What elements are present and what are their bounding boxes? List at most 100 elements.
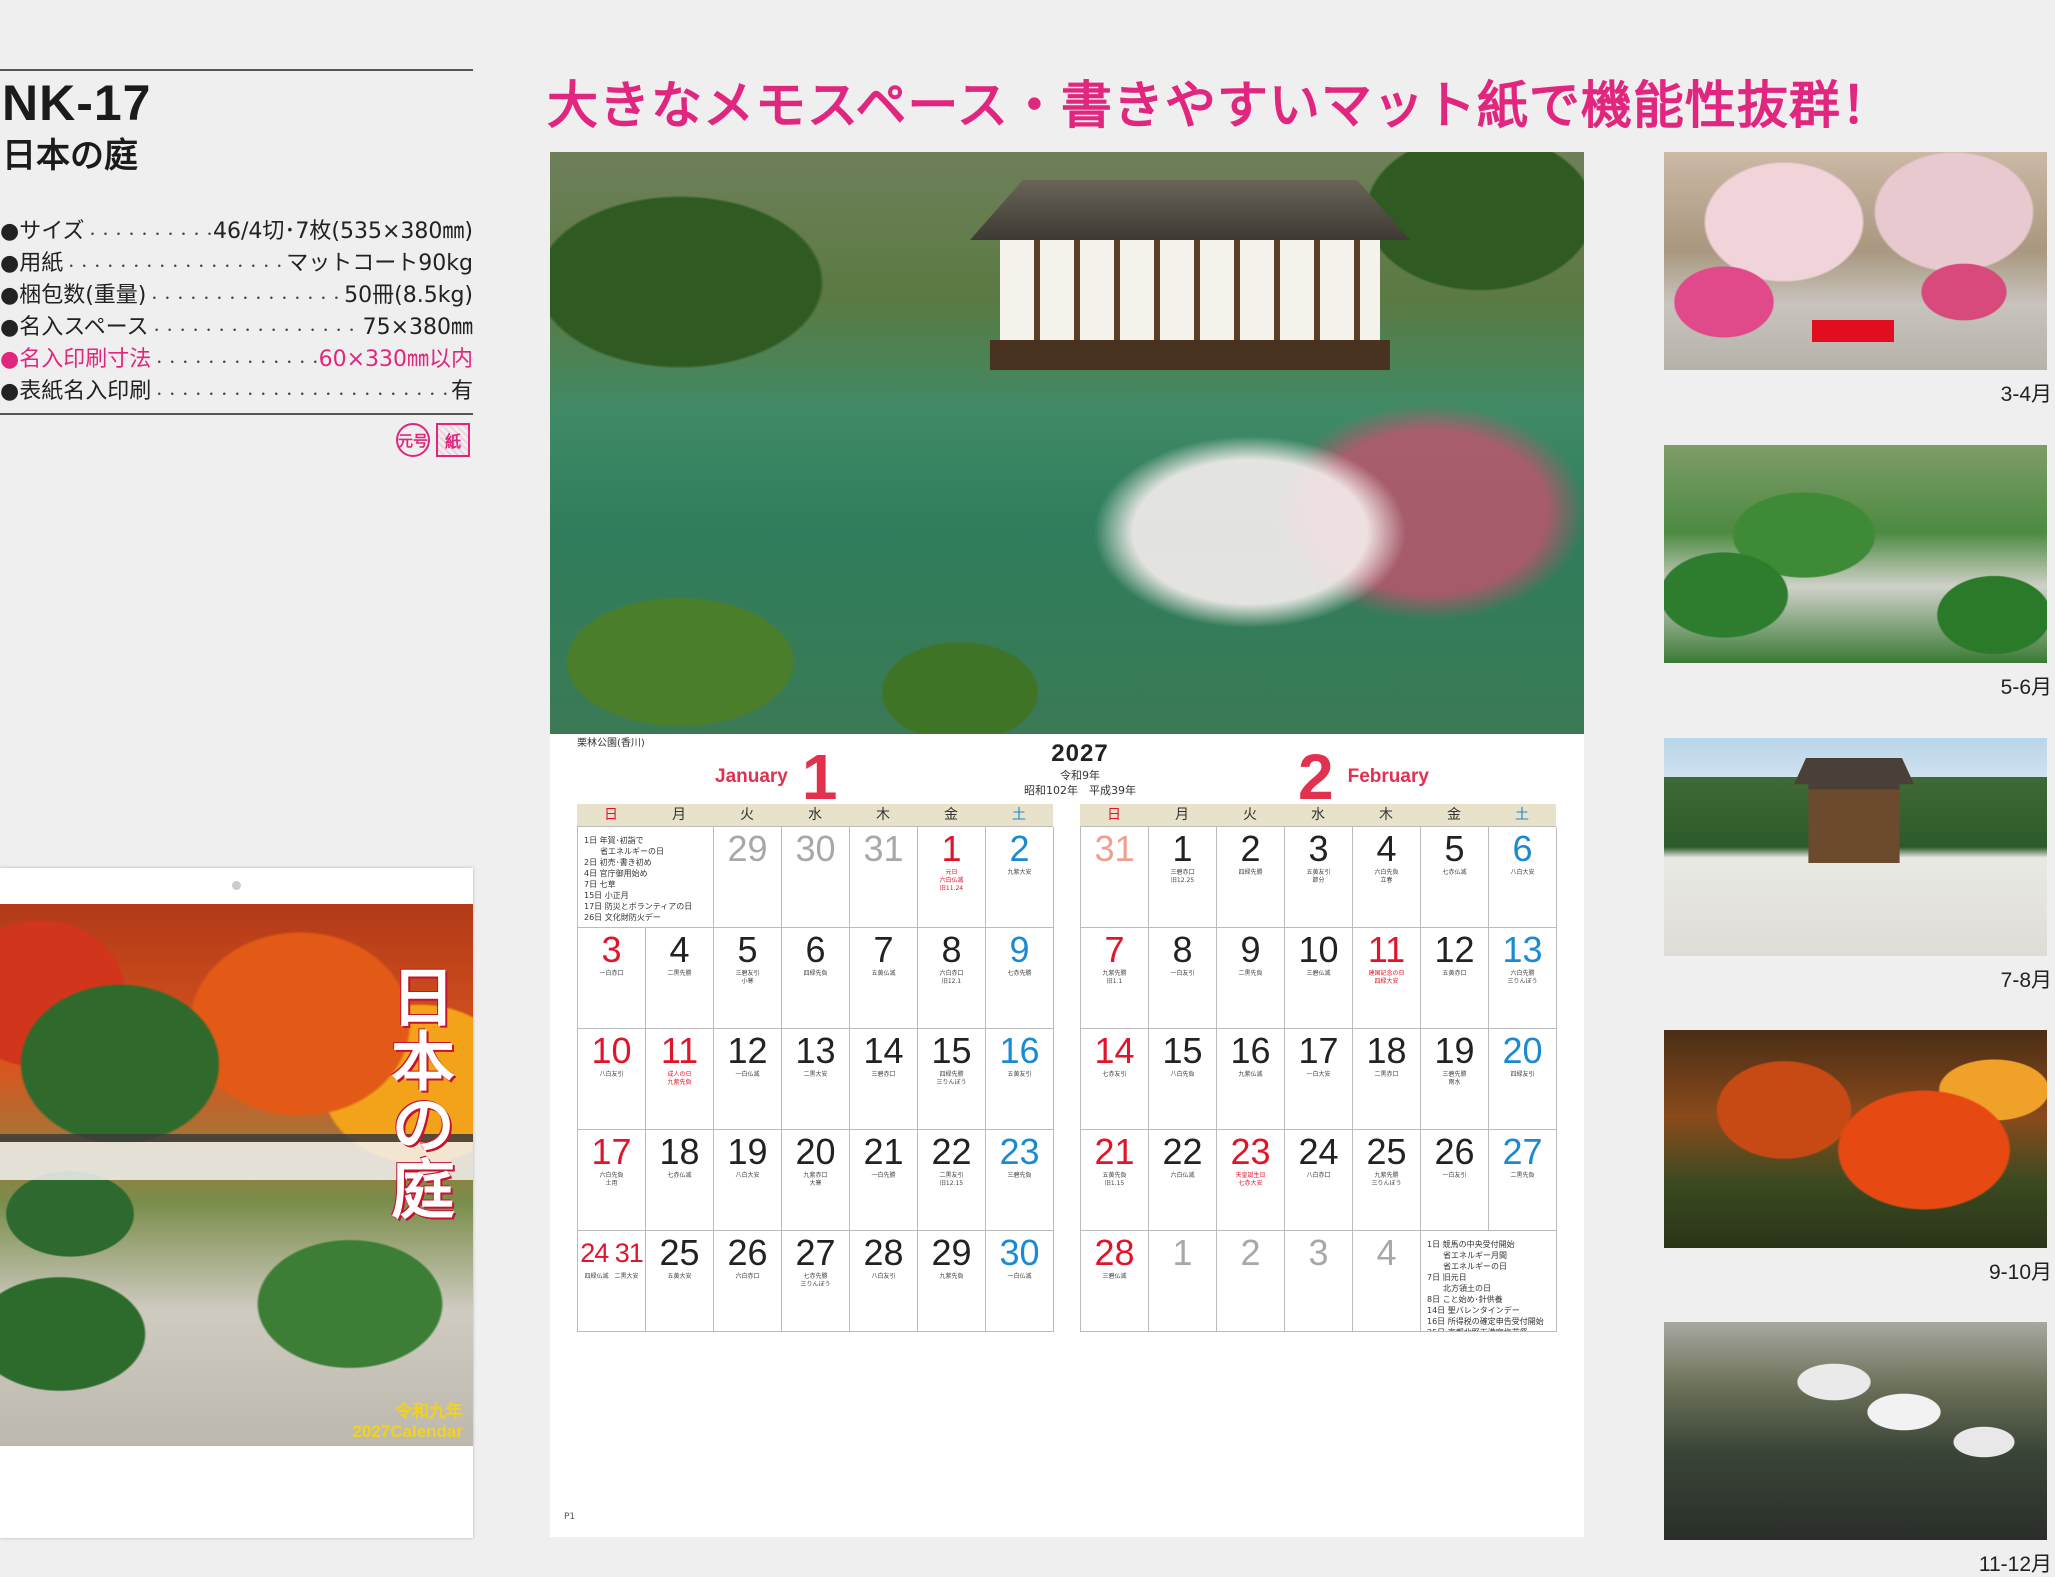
day-cell: 9 二黒先負	[1217, 928, 1285, 1029]
day-number: 26	[727, 1232, 768, 1273]
day-number: 2	[1240, 1232, 1261, 1273]
day-cell: 29	[714, 827, 782, 928]
memo-line: 7日 七草	[584, 880, 616, 889]
day-number: 7	[1104, 929, 1125, 970]
day-cell: 3	[1285, 1231, 1353, 1332]
day-number: 13	[1502, 929, 1543, 970]
day-cell: 4 六白先負 立春	[1353, 827, 1421, 928]
memo-line: 2日 初売･書き初め	[584, 858, 652, 867]
weekday-label: 日	[1107, 807, 1121, 823]
cover-photo-autumn-garden: 日本の庭 令和九年 2027Calendar	[0, 904, 473, 1446]
calendar-february: 日月火水木金土 31 1 三碧赤口 旧12.25 2 四緑先勝 3 五黄友引 節分 4 六白先負 …	[1080, 804, 1557, 1332]
day-note: 七赤先勝	[1007, 970, 1032, 977]
day-cell: 28 八白友引	[850, 1231, 918, 1332]
day-cell: 8 一白友引	[1149, 928, 1217, 1029]
day-note: 二黒大安	[803, 1071, 828, 1078]
day-note: 三碧赤口	[871, 1071, 896, 1078]
day-cell: 4	[1353, 1231, 1421, 1332]
day-number: 20	[795, 1131, 836, 1172]
red-bench	[1812, 320, 1894, 342]
day-note: 一白友引	[1442, 1172, 1467, 1179]
day-cell: 3 一白赤口	[578, 928, 646, 1029]
pavilion-roof	[970, 180, 1410, 240]
day-cell: 31	[850, 827, 918, 928]
day-number: 20	[1502, 1030, 1543, 1071]
day-note: 三碧先勝 雨水	[1442, 1071, 1467, 1086]
day-number: 22	[1162, 1131, 1203, 1172]
day-cell: 6 四緑先負	[782, 928, 850, 1029]
thumbnail-label: 9-10月	[1988, 1261, 2052, 1284]
memo-line: 14日 聖バレンタインデー	[1427, 1306, 1520, 1315]
thumbnail-nov-dec	[1664, 1322, 2047, 1540]
day-note: 六白先勝 三りんぼう	[1507, 970, 1538, 985]
memo-line: 17日 防災とボランティアの日	[584, 902, 693, 911]
day-cell: 17 一白大安	[1285, 1029, 1353, 1130]
day-grid: 31 1 三碧赤口 旧12.25 2 四緑先勝 3 五黄友引 節分 4 六白先負 立春 5 七赤仏滅…	[1080, 826, 1557, 1332]
day-note: 七赤先勝 三りんぼう	[800, 1273, 831, 1288]
day-cell: 29 九紫先負	[918, 1231, 986, 1332]
day-note: 二黒先負	[1510, 1172, 1535, 1179]
weekday-label: 金	[1447, 807, 1461, 823]
day-note: 八白友引	[599, 1071, 624, 1078]
day-cell: 19 八白大安	[714, 1130, 782, 1231]
day-cell: 10 八白友引	[578, 1029, 646, 1130]
day-note: 九紫赤口 大寒	[803, 1172, 828, 1187]
weekday-label: 土	[1012, 807, 1026, 823]
day-number: 6	[1512, 828, 1533, 869]
day-number: 3	[1308, 828, 1329, 869]
day-cell: 2	[1217, 1231, 1285, 1332]
day-number: 21	[863, 1131, 904, 1172]
day-note: 五黄仏滅	[871, 970, 896, 977]
day-number: 15	[1162, 1030, 1203, 1071]
day-note: 六白仏滅	[1170, 1172, 1195, 1179]
spec-bottom-rule	[0, 413, 473, 415]
product-name: 日本の庭	[2, 136, 138, 176]
day-number: 8	[941, 929, 962, 970]
month-header-february: 2 February	[1298, 742, 1429, 812]
day-number: 2	[1009, 828, 1030, 869]
day-note: 元日 六白仏滅 旧11.24	[939, 869, 964, 892]
thumbnail-label: 5-6月	[2000, 676, 2052, 699]
day-cell: 14 七赤友引	[1081, 1029, 1149, 1130]
month-number: 2	[1298, 741, 1334, 813]
day-note: 天皇誕生日 七赤大安	[1235, 1172, 1266, 1187]
day-cell: 16 五黄友引	[986, 1029, 1054, 1130]
vertical-note	[1555, 1112, 1565, 1452]
era-line: 令和9年	[1060, 769, 1100, 782]
cover-year: 令和九年 2027Calendar	[352, 1402, 463, 1442]
day-cell: 13 二黒大安	[782, 1029, 850, 1130]
day-number: 30	[795, 828, 836, 869]
day-cell: 8 六白赤口 旧12.1	[918, 928, 986, 1029]
day-number: 1	[941, 828, 962, 869]
day-cell: 12 一白仏滅	[714, 1029, 782, 1130]
day-cell: 19 三碧先勝 雨水	[1421, 1029, 1489, 1130]
day-number: 19	[1434, 1030, 1475, 1071]
day-grid: 1日 年賀･初詣で 省エネルギーの日 2日 初売･書き初め 4日 官庁御用始め 7日 …	[577, 826, 1054, 1332]
memo-line: 8日 こと始め･針供養	[1427, 1295, 1503, 1304]
day-cell: 20 四緑友引	[1489, 1029, 1557, 1130]
spec-value: 有	[450, 379, 473, 404]
day-number: 30	[999, 1232, 1040, 1273]
day-note: 三碧仏滅	[1102, 1273, 1127, 1280]
day-note: 三碧友引 小寒	[735, 970, 760, 985]
thumbnail-label: 7-8月	[2000, 969, 2052, 992]
day-cell: 25 九紫先勝 三りんぼう	[1353, 1130, 1421, 1231]
era-line: 昭和102年 平成39年	[1024, 784, 1136, 797]
weekday-label: 火	[740, 807, 754, 823]
day-note: 一白大安	[1306, 1071, 1331, 1078]
memo-line: 省エネルギーの日	[584, 847, 664, 856]
day-number: 5	[1444, 828, 1465, 869]
day-cell: 15 八白先負	[1149, 1029, 1217, 1130]
spec-value: 75×380㎜	[362, 315, 473, 340]
pavilion-wall	[1000, 240, 1380, 340]
day-note: 二黒先負	[1238, 970, 1263, 977]
day-note: 四緑仏滅 二黒大安	[584, 1273, 639, 1280]
day-number: 24 31	[580, 1238, 644, 1268]
memo-line: 1日 年賀･初詣で	[584, 836, 644, 845]
day-cell: 27 二黒先負	[1489, 1130, 1557, 1231]
day-number: 28	[863, 1232, 904, 1273]
day-note: 八白大安	[1510, 869, 1535, 876]
memo-line: 北方領土の日	[1427, 1284, 1491, 1293]
day-number: 9	[1240, 929, 1261, 970]
memo-line: 4日 官庁御用始め	[584, 869, 648, 878]
